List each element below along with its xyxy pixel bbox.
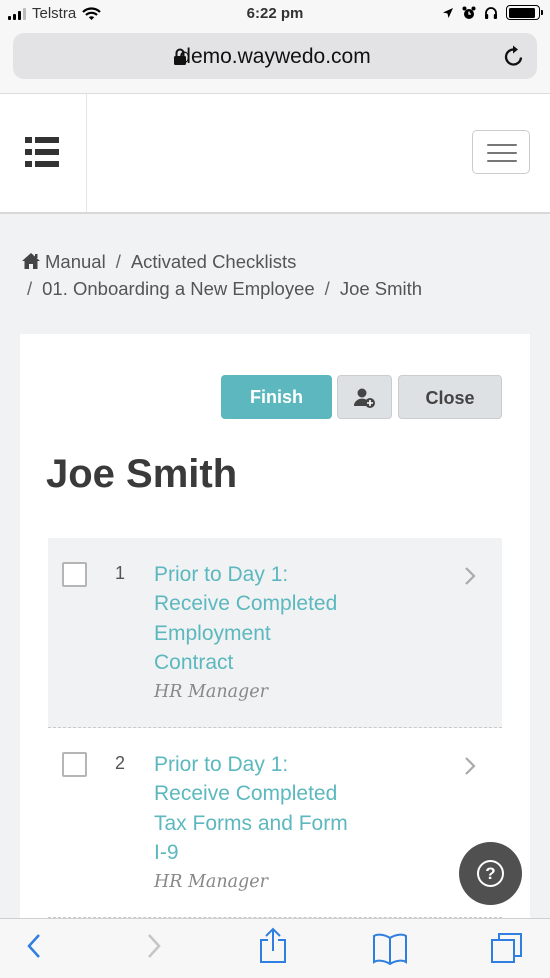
forward-icon[interactable] (146, 931, 162, 961)
item-number: 2 (115, 753, 126, 773)
breadcrumb-separator: / (115, 251, 121, 272)
item-task-line: Contract (154, 650, 234, 674)
reload-icon[interactable] (503, 44, 525, 68)
headphones-icon (485, 6, 497, 19)
browser-toolbar (0, 918, 550, 978)
bookmarks-icon[interactable] (372, 933, 408, 965)
item-role: HR Manager (154, 682, 268, 703)
question-icon: ? (477, 860, 504, 887)
checklist-item[interactable]: 1 Prior to Day 1: Receive Completed Empl… (48, 538, 502, 728)
item-task-line: Tax Forms and Form (154, 811, 348, 835)
item-task[interactable]: Prior to Day 1: Receive Completed Tax Fo… (154, 750, 369, 897)
chevron-right-icon[interactable] (464, 756, 476, 776)
breadcrumb-item-onboarding[interactable]: 01. Onboarding a New Employee (42, 278, 315, 299)
breadcrumb-item-manual[interactable]: Manual (45, 251, 106, 272)
alarm-icon (462, 6, 476, 19)
address-bar[interactable]: demo.waywedo.com (13, 33, 537, 79)
url-text: demo.waywedo.com (179, 45, 371, 68)
app-header (0, 94, 550, 214)
browser-chrome: demo.waywedo.com (0, 28, 550, 94)
item-task-line: Receive Completed (154, 782, 338, 806)
header-divider (86, 94, 87, 212)
chevron-right-icon[interactable] (464, 566, 476, 586)
finish-button[interactable]: Finish (221, 375, 332, 419)
share-icon[interactable] (258, 927, 288, 965)
battery-icon (506, 5, 543, 20)
add-user-icon (353, 388, 375, 408)
item-task-line: Employment (154, 621, 271, 645)
breadcrumb: Manual / Activated Checklists / 01. Onboardi… (21, 248, 531, 302)
breadcrumb-separator: / (324, 278, 330, 299)
breadcrumb-item-activated-checklists[interactable]: Activated Checklists (131, 251, 297, 272)
help-button[interactable]: ? (459, 842, 522, 905)
item-number: 1 (115, 563, 126, 583)
item-task[interactable]: Prior to Day 1: Receive Completed Employ… (154, 560, 369, 707)
breadcrumb-separator: / (27, 278, 33, 299)
item-checkbox[interactable] (62, 752, 87, 777)
item-task-line: Receive Completed (154, 592, 338, 616)
tabs-icon[interactable] (490, 931, 524, 965)
close-button[interactable]: Close (398, 375, 502, 419)
assign-user-button[interactable] (337, 375, 392, 419)
item-role: HR Manager (154, 872, 268, 893)
status-bar: Telstra 6:22 pm (0, 0, 550, 28)
page-title: Joe Smith (46, 452, 238, 496)
location-arrow-icon (443, 7, 453, 18)
breadcrumb-item-current: Joe Smith (339, 278, 423, 299)
item-task-line: I-9 (154, 840, 179, 864)
hamburger-menu-icon[interactable] (472, 130, 530, 174)
item-task-line: Prior to Day 1: (154, 753, 289, 776)
checklist-icon[interactable] (25, 137, 59, 167)
home-icon (22, 253, 40, 269)
back-icon[interactable] (26, 931, 42, 961)
item-task-line: Prior to Day 1: (154, 563, 289, 586)
checklist-item[interactable]: 2 Prior to Day 1: Receive Completed Tax … (48, 728, 502, 918)
item-checkbox[interactable] (62, 562, 87, 587)
status-right (442, 5, 543, 20)
checklist-card: Finish Close Joe Smith 1 Prior to Day 1:… (20, 334, 530, 934)
